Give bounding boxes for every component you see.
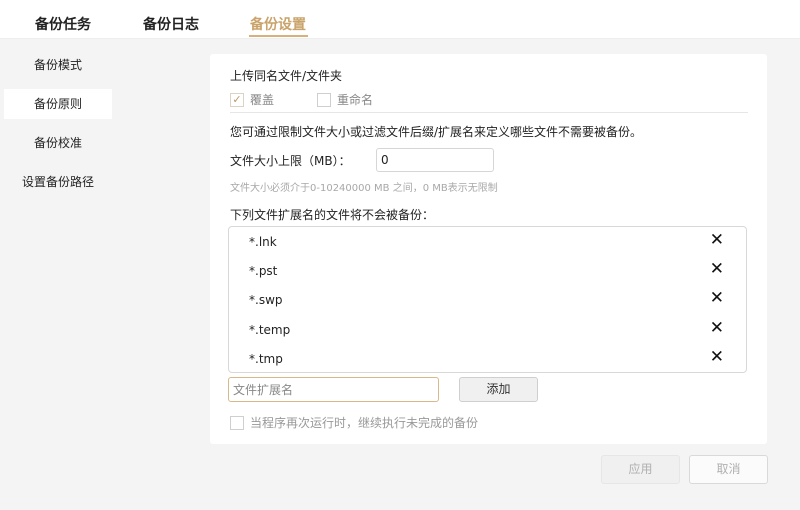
close-icon[interactable]: ✕ xyxy=(710,260,724,278)
list-item: *.tmp ✕ xyxy=(229,344,746,373)
list-item: *.pst ✕ xyxy=(229,256,746,285)
list-item: *.temp ✕ xyxy=(229,315,746,344)
tab-backup-tasks[interactable]: 备份任务 xyxy=(35,14,91,34)
active-tab-underline xyxy=(249,35,308,37)
tab-backup-settings[interactable]: 备份设置 xyxy=(250,14,306,34)
add-extension-button[interactable]: 添加 xyxy=(459,377,538,402)
rename-checkbox[interactable] xyxy=(317,92,331,107)
sidebar-item-backup-rules[interactable]: 备份原则 xyxy=(4,89,112,119)
resume-label: 当程序再次运行时，继续执行未完成的备份 xyxy=(250,416,479,430)
resume-option[interactable]: 当程序再次运行时，继续执行未完成的备份 xyxy=(230,414,478,431)
same-name-section-title: 上传同名文件/文件夹 xyxy=(230,69,343,83)
extension-label: *.temp xyxy=(249,323,291,337)
size-limit-hint: 文件大小必须介于0-10240000 MB 之间，0 MB表示无限制 xyxy=(230,183,498,194)
close-icon[interactable]: ✕ xyxy=(710,348,724,366)
overwrite-option[interactable]: ✓ 覆盖 xyxy=(230,91,274,108)
rename-label: 重命名 xyxy=(337,93,374,107)
top-tab-bar: 备份任务 备份日志 备份设置 xyxy=(0,0,800,39)
sidebar-item-backup-calibration[interactable]: 备份校准 xyxy=(4,128,112,158)
overwrite-checkbox[interactable]: ✓ xyxy=(230,92,244,107)
excluded-extensions-title: 下列文件扩展名的文件将不会被备份： xyxy=(230,208,435,222)
list-item: *.lnk ✕ xyxy=(229,227,746,256)
extension-input[interactable] xyxy=(228,377,439,402)
overwrite-label: 覆盖 xyxy=(250,93,275,107)
excluded-extensions-list: *.lnk ✕ *.pst ✕ *.swp ✕ *.temp ✕ *.tmp ✕ xyxy=(228,226,747,373)
apply-button[interactable]: 应用 xyxy=(601,455,680,484)
sidebar-item-backup-path[interactable]: 设置备份路径 xyxy=(4,167,112,197)
close-icon[interactable]: ✕ xyxy=(710,231,724,249)
sidebar-item-backup-mode[interactable]: 备份模式 xyxy=(4,50,112,80)
extension-label: *.lnk xyxy=(249,235,277,249)
size-limit-input[interactable] xyxy=(376,148,494,172)
filter-description: 您可通过限制文件大小或过滤文件后缀/扩展名来定义哪些文件不需要被备份。 xyxy=(230,125,643,139)
extension-label: *.swp xyxy=(249,293,283,307)
cancel-button[interactable]: 取消 xyxy=(689,455,768,484)
extension-label: *.pst xyxy=(249,264,278,278)
resume-checkbox[interactable] xyxy=(230,415,244,430)
extension-label: *.tmp xyxy=(249,352,283,366)
list-item: *.swp ✕ xyxy=(229,285,746,314)
rename-option[interactable]: 重命名 xyxy=(317,91,373,108)
tab-backup-log[interactable]: 备份日志 xyxy=(143,14,199,34)
close-icon[interactable]: ✕ xyxy=(710,289,724,307)
check-icon: ✓ xyxy=(232,92,242,106)
section-divider xyxy=(230,112,748,113)
size-limit-label: 文件大小上限（MB）： xyxy=(230,154,351,168)
sidebar: 备份模式 备份原则 备份校准 设置备份路径 xyxy=(4,50,112,206)
settings-panel: 上传同名文件/文件夹 ✓ 覆盖 重命名 您可通过限制文件大小或过滤文件后缀/扩展… xyxy=(210,54,767,444)
close-icon[interactable]: ✕ xyxy=(710,319,724,337)
